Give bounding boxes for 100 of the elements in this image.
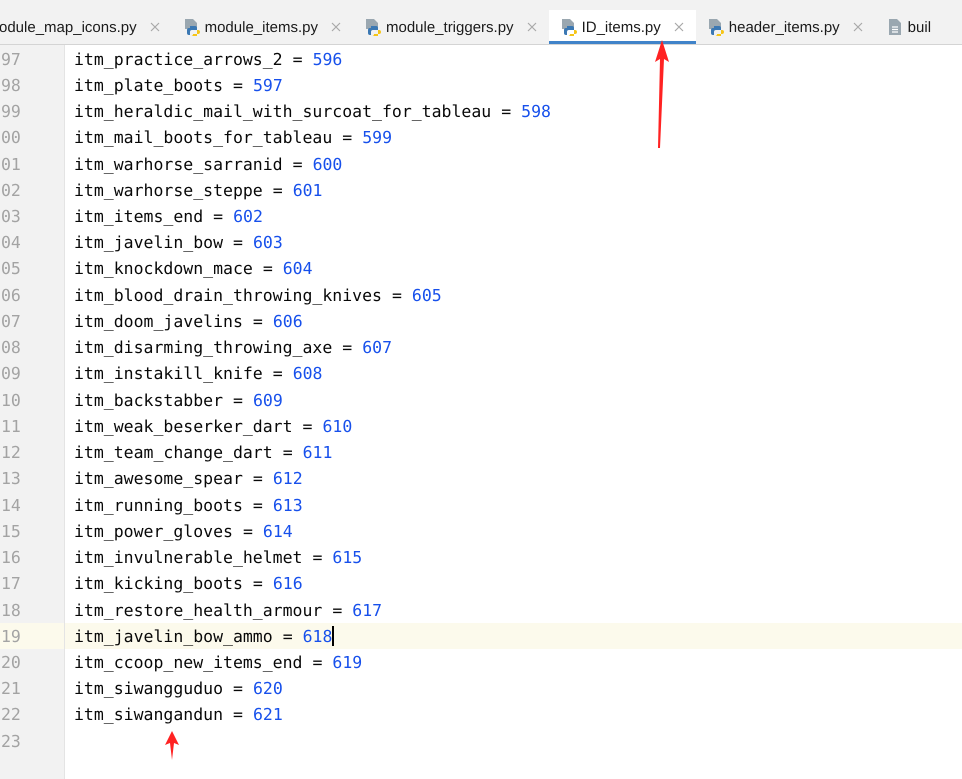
line-number: 10 (1, 390, 21, 410)
file-tab[interactable]: ID_items.py (548, 10, 696, 44)
text-file-icon (886, 18, 903, 36)
operator: = (342, 128, 352, 148)
tab-label[interactable]: buil (908, 18, 932, 36)
line-number: 23 (1, 732, 21, 751)
line-number: 17 (1, 574, 21, 594)
identifier: itm_heraldic_mail_with_surcoat_for_tableau (74, 102, 492, 122)
number-literal: 615 (332, 548, 362, 568)
line-number: 14 (1, 496, 21, 515)
line-number: 09 (1, 364, 21, 384)
identifier: itm_warhorse_sarranid (74, 154, 283, 174)
number-literal: 610 (322, 416, 352, 436)
identifier: itm_running_boots (74, 496, 243, 515)
identifier: itm_team_change_dart (74, 443, 273, 462)
tab-label[interactable]: module_items.py (204, 18, 318, 36)
line-number: 16 (1, 548, 21, 568)
identifier: itm_kicking_boots (74, 574, 243, 594)
number-literal: 604 (282, 259, 313, 278)
operator: = (233, 76, 243, 95)
operator: = (252, 312, 263, 331)
operator: = (292, 154, 303, 174)
file-tab[interactable]: module_triggers.py (352, 10, 549, 44)
identifier: itm_items_end (74, 207, 204, 226)
number-literal: 620 (252, 679, 283, 698)
python-file-icon (560, 18, 577, 36)
line-number: 05 (1, 259, 21, 278)
line-number: 00 (1, 128, 21, 148)
operator: = (233, 679, 243, 698)
number-literal: 599 (362, 128, 392, 148)
tab-label[interactable]: header_items.py (728, 18, 840, 36)
tab-label[interactable]: ID_items.py (582, 18, 661, 36)
line-number: 13 (1, 469, 21, 488)
text-caret (332, 626, 334, 646)
number-literal: 600 (312, 154, 342, 174)
close-icon[interactable] (852, 22, 863, 32)
operator: = (302, 416, 312, 436)
line-number: 08 (1, 338, 21, 358)
identifier: itm_ccoop_new_items_end (74, 653, 302, 672)
number-literal: 616 (272, 574, 303, 594)
operator: = (312, 548, 322, 568)
operator: = (252, 496, 263, 515)
identifier: itm_mail_boots_for_tableau (74, 128, 332, 148)
operator: = (501, 102, 512, 122)
line-number: 97 (1, 50, 21, 69)
line-number: 11 (1, 416, 21, 436)
line-number: 02 (1, 180, 21, 200)
identifier: itm_weak_beserker_dart (74, 416, 293, 436)
number-literal: 611 (302, 443, 332, 462)
identifier: itm_restore_health_armour (74, 600, 322, 620)
close-icon[interactable] (526, 22, 537, 32)
file-tab[interactable]: module_items.py (172, 10, 353, 44)
operator: = (342, 338, 352, 358)
line-number: 22 (1, 705, 21, 724)
python-file-icon (364, 18, 381, 36)
file-tab[interactable]: buil (874, 10, 952, 44)
number-literal: 605 (412, 286, 442, 305)
line-number: 20 (1, 653, 21, 672)
line-number: 06 (1, 286, 21, 305)
operator: = (262, 259, 273, 278)
identifier: itm_blood_drain_throwing_knives (74, 286, 382, 305)
number-literal: 617 (352, 600, 382, 620)
identifier: itm_instakill_knife (74, 364, 263, 384)
operator: = (282, 626, 293, 646)
number-literal: 601 (292, 180, 322, 200)
number-literal: 596 (312, 50, 342, 69)
number-literal: 614 (262, 522, 293, 541)
number-literal: 621 (252, 705, 283, 724)
operator: = (233, 233, 243, 252)
number-literal: 612 (272, 469, 303, 488)
operator: = (233, 705, 243, 724)
tab-label[interactable]: module_triggers.py (386, 18, 514, 36)
identifier: itm_disarming_throwing_axe (74, 338, 332, 358)
identifier: itm_backstabber (74, 390, 224, 410)
number-literal: 602 (233, 207, 263, 226)
line-number: 15 (1, 522, 21, 541)
identifier: itm_knockdown_mace (74, 259, 253, 278)
number-literal: 603 (252, 233, 283, 252)
identifier: itm_siwangandun (74, 705, 224, 724)
identifier: itm_siwangguduo (74, 679, 224, 698)
close-icon[interactable] (674, 22, 684, 32)
line-number: 18 (1, 600, 21, 620)
file-tab[interactable]: header_items.py (696, 10, 875, 44)
identifier: itm_awesome_spear (74, 469, 243, 488)
close-icon[interactable] (330, 22, 341, 32)
close-icon[interactable] (150, 22, 160, 32)
file-tab[interactable]: odule_map_icons.py (0, 10, 172, 44)
number-literal: 619 (332, 653, 362, 672)
identifier: itm_plate_boots (74, 76, 224, 95)
python-file-icon (184, 18, 200, 36)
number-literal: 606 (272, 312, 303, 331)
line-number: 12 (1, 443, 21, 462)
operator: = (312, 653, 322, 672)
operator: = (332, 600, 342, 620)
line-number: 01 (1, 154, 21, 174)
operator: = (392, 286, 402, 305)
tab-label[interactable]: odule_map_icons.py (0, 18, 137, 36)
identifier: itm_javelin_bow (74, 233, 224, 252)
operator: = (272, 364, 283, 384)
number-literal: 608 (292, 364, 322, 384)
